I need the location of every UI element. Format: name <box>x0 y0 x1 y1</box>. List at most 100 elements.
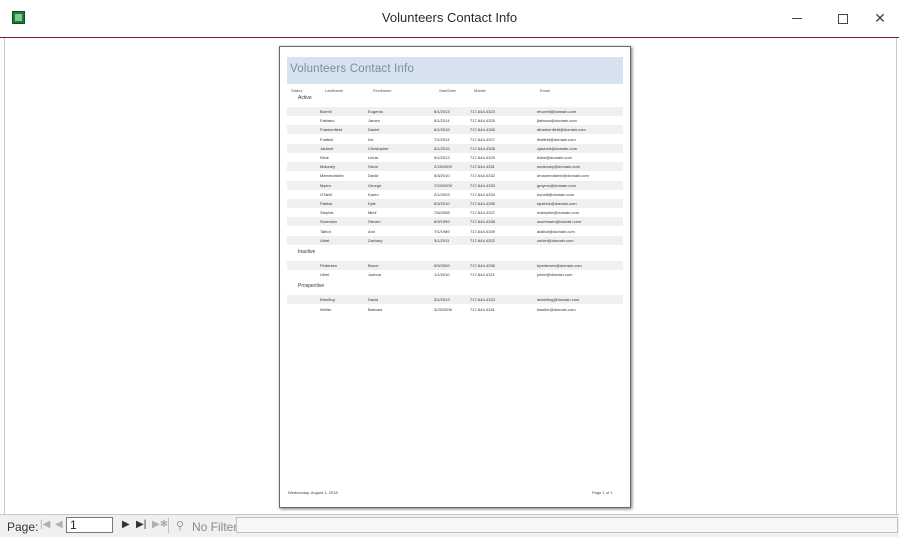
cell-mobile: 717-644-4338 <box>470 219 495 225</box>
table-row: Fabiano James 5/1/2014 717-644-4325 jfabiano… <box>287 116 623 125</box>
cell-email: ssorensen@domain.com <box>537 219 582 225</box>
maximize-icon <box>838 13 848 24</box>
report-footer-date: Wednesday, August 1, 2018 <box>288 490 338 495</box>
nav-separator <box>168 518 169 533</box>
filter-status[interactable]: No Filter <box>192 520 237 534</box>
cell-startdate: 7/1/2014 <box>434 136 450 142</box>
minimize-icon <box>792 18 802 19</box>
cell-mobile: 717-644-4321 <box>470 272 495 278</box>
first-page-icon[interactable]: |◀ <box>40 519 50 530</box>
table-row: Uhlet Zachary 3/1/2011 717-644-4322 zuhlet@d… <box>287 235 623 245</box>
cell-email: atalbot@domain.com <box>537 228 575 234</box>
cell-email: cjaubert@domain.com <box>537 145 578 151</box>
report-page: Volunteers Contact Info Status LastName … <box>279 46 631 508</box>
cell-email: bweller@domain.com <box>537 306 576 312</box>
cell-startdate: 2/1/2003 <box>434 191 450 197</box>
cell-startdate: 6/1/2015 <box>434 145 450 151</box>
cell-lastname: Stephie <box>320 210 334 216</box>
column-header-firstname: FirstName <box>373 88 392 93</box>
table-row: Myers George 7/23/2009 717-644-4333 gmyers@d… <box>287 180 623 190</box>
cell-mobile: 717-644-4323 <box>470 297 495 303</box>
cell-email: jfabiano@domain.com <box>537 118 577 124</box>
cell-lastname: Mammolstein <box>320 173 344 179</box>
table-row: Sorensen Steven 6/9/1999 717-644-4338 ssoren… <box>287 217 623 227</box>
cell-startdate: 6/3/2010 <box>434 173 450 179</box>
cell-firstname: Zachary <box>368 237 383 243</box>
cell-firstname: Ann <box>368 228 376 234</box>
group-label: Active <box>298 95 312 101</box>
table-row: Talbot Ann 7/1/1989 717-644-4339 atalbot@dom… <box>287 227 623 236</box>
cell-firstname: Linda <box>368 155 378 160</box>
cell-mobile: 717-644-4332 <box>470 173 495 179</box>
previous-page-icon[interactable]: ◀ <box>55 519 63 530</box>
cell-lastname: Burrell <box>320 109 332 114</box>
minimize-button[interactable] <box>774 0 820 37</box>
cell-startdate: 3/1/2011 <box>434 237 450 243</box>
cell-lastname: Eberling <box>320 297 335 303</box>
cell-mobile: 717-644-4322 <box>470 237 495 243</box>
table-row: Kline Linda 9/1/2013 717-644-4329 lkline@dom… <box>287 153 623 162</box>
cell-lastname: Myers <box>320 182 331 188</box>
group-label: Inactive <box>298 249 316 255</box>
cell-startdate: 6/3/2010 <box>434 201 450 206</box>
cell-email: koneill@domain.com <box>537 191 575 197</box>
cell-lastname: Patrick <box>320 201 333 206</box>
cell-email: bpedersen@domain.com <box>537 263 582 268</box>
cell-firstname: George <box>368 182 382 188</box>
current-page-input[interactable]: 1 <box>66 517 113 533</box>
table-row: Weller Barbara 3/25/2006 717-644-4341 bwelle… <box>287 305 623 314</box>
column-header-startdate: StartDate <box>439 88 456 93</box>
next-page-icon[interactable]: ▶ <box>122 519 130 530</box>
cell-mobile: 717-644-4336 <box>470 263 495 268</box>
cell-startdate: 7/6/2008 <box>434 210 450 216</box>
cell-lastname: Maloney <box>320 164 336 170</box>
cell-startdate: 6/9/1999 <box>434 219 450 225</box>
cell-email: dfrankenfield@domain.com <box>537 127 586 133</box>
table-row: Mammolstein David 6/3/2010 717-644-4332 dmam… <box>287 171 623 180</box>
column-header-status: Status <box>291 88 303 93</box>
column-header-email: Email <box>540 88 551 93</box>
cell-email: ifraifeld@domain.com <box>537 136 576 142</box>
cell-mobile: 717-644-4325 <box>470 118 495 124</box>
cell-mobile: 717-644-4333 <box>470 182 495 188</box>
cell-startdate: 9/1/2013 <box>434 155 450 160</box>
cell-startdate: 7/23/2009 <box>434 182 452 188</box>
cell-email: dmammolstein@domain.com <box>537 173 589 179</box>
cell-startdate: 7/1/1989 <box>434 228 450 234</box>
cell-lastname: Fraifeld <box>320 136 334 142</box>
cell-lastname: Uhlet <box>320 272 330 278</box>
cell-lastname: O'Neill <box>320 191 332 197</box>
cell-firstname: Mimi <box>368 210 377 216</box>
cell-firstname: Steve <box>368 164 379 170</box>
cell-email: lkline@domain.com <box>537 155 572 160</box>
cell-email: gmyers@domain.com <box>537 182 576 188</box>
cell-mobile: 717-644-4326 <box>470 127 495 133</box>
cell-firstname: Bruce <box>368 263 379 268</box>
cell-mobile: 717-644-4337 <box>470 210 495 216</box>
cell-email: smaloney@domain.com <box>537 164 580 170</box>
last-page-icon[interactable]: ▶| <box>136 519 146 530</box>
cell-firstname: David <box>368 173 379 179</box>
cell-lastname: Pedersen <box>320 263 338 268</box>
cell-lastname: Sorensen <box>320 219 338 225</box>
cell-mobile: 717-644-4328 <box>470 145 495 151</box>
cell-firstname: Eugenia <box>368 109 383 114</box>
cell-startdate: 6/1/2013 <box>434 109 450 114</box>
table-row: Maloney Steve 2/15/2000 717-644-4331 smalone… <box>287 162 623 172</box>
close-button[interactable]: ✕ <box>857 0 899 37</box>
table-row: Fraifeld Iris 7/1/2014 717-644-4327 ifraifel… <box>287 135 623 144</box>
cell-lastname: Talbot <box>320 228 331 234</box>
filter-icon[interactable]: ⚲ <box>176 519 184 532</box>
new-page-icon[interactable]: ▶✱ <box>152 519 168 530</box>
report-title: Volunteers Contact Info <box>290 63 415 75</box>
record-navigation-bar: Page: |◀ ◀ 1 ▶ ▶| ▶✱ ⚲ No Filter <box>0 514 899 537</box>
cell-mobile: 717-644-4335 <box>470 201 495 206</box>
cell-firstname: Christopher <box>368 145 389 151</box>
cell-mobile: 717-644-4324 <box>470 109 495 114</box>
cell-firstname: Barbara <box>368 306 383 312</box>
cell-lastname: Jaubert <box>320 145 334 151</box>
search-box[interactable] <box>236 517 898 533</box>
cell-lastname: Weller <box>320 306 332 312</box>
table-row: Patrick Kyle 6/3/2010 717-644-4335 kpatrick@… <box>287 199 623 208</box>
cell-mobile: 717-644-4327 <box>470 136 495 142</box>
